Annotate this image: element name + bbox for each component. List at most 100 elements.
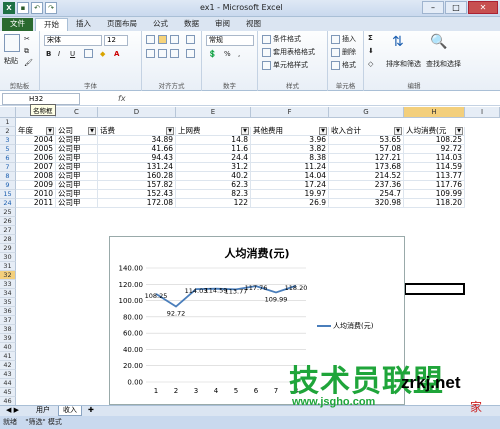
table-cell[interactable]: 17.24 [251, 181, 329, 190]
align-center-icon[interactable] [158, 49, 169, 58]
table-cell[interactable]: 114.03 [404, 154, 465, 163]
table-cell[interactable]: 117.76 [404, 181, 465, 190]
filter-dropdown-icon[interactable]: ▼ [88, 127, 96, 135]
table-cell[interactable]: 53.65 [329, 136, 404, 145]
table-cell[interactable]: 108.25 [404, 136, 465, 145]
table-cell[interactable]: 公司甲 [56, 154, 98, 163]
row-header[interactable]: 32 [0, 271, 16, 280]
table-cell[interactable]: 173.68 [329, 163, 404, 172]
table-cell[interactable]: 2009 [16, 181, 56, 190]
tab-insert[interactable]: 插入 [68, 18, 99, 31]
font-color-icon[interactable]: A [114, 50, 119, 58]
tab-file[interactable]: 文件 [2, 18, 33, 31]
table-cell[interactable]: 公司甲 [56, 136, 98, 145]
comma-icon[interactable]: , [238, 50, 240, 58]
font-size-select[interactable]: 12 [104, 35, 128, 46]
table-cell[interactable]: 157.82 [98, 181, 176, 190]
currency-icon[interactable]: 💲 [208, 50, 217, 58]
row-header[interactable]: 24 [0, 199, 16, 208]
merge-cells-icon[interactable] [186, 49, 197, 58]
find-select-icon[interactable]: 🔍 [430, 34, 447, 50]
col-header-d[interactable]: D [98, 107, 176, 118]
font-name-select[interactable]: 宋体 [44, 35, 102, 46]
filter-dropdown-icon[interactable]: ▼ [241, 127, 249, 135]
row-header[interactable]: 39 [0, 334, 16, 343]
clear-icon[interactable]: ◇ [368, 60, 373, 68]
row-header[interactable]: 9 [0, 181, 16, 190]
sheet-nav-icon[interactable]: ◀ ▶ [2, 406, 23, 416]
fill-color-icon[interactable]: ◆ [100, 50, 105, 58]
row-header[interactable]: 46 [0, 397, 16, 405]
table-cell[interactable]: 160.28 [98, 172, 176, 181]
select-all-corner[interactable] [0, 107, 16, 118]
sort-filter-icon[interactable]: ⇅ [392, 34, 404, 50]
row-header[interactable]: 26 [0, 217, 16, 226]
format-painter-icon[interactable]: 🖌 [24, 59, 33, 67]
underline-button[interactable]: U [70, 50, 75, 58]
row-header[interactable]: 27 [0, 226, 16, 235]
format-cells-button[interactable]: 格式 [331, 60, 356, 70]
save-icon[interactable]: ▪ [17, 2, 29, 14]
table-cell[interactable]: 152.43 [98, 190, 176, 199]
table-cell[interactable]: 92.72 [404, 145, 465, 154]
row-header[interactable]: 44 [0, 379, 16, 388]
row-header[interactable]: 31 [0, 262, 16, 271]
align-middle-icon[interactable] [158, 35, 169, 44]
header-cell[interactable]: 年度 ▼ [16, 127, 56, 136]
table-cell[interactable]: 40.2 [176, 172, 251, 181]
table-cell[interactable]: 122 [176, 199, 251, 208]
paste-button[interactable]: 粘贴 [4, 56, 18, 66]
table-cell[interactable]: 2004 [16, 136, 56, 145]
wrap-text-icon[interactable] [186, 35, 197, 44]
bold-button[interactable]: B [46, 50, 51, 58]
header-cell[interactable]: 上网费 ▼ [176, 127, 251, 136]
header-cell[interactable]: 其他费用 ▼ [251, 127, 329, 136]
table-cell[interactable]: 公司甲 [56, 199, 98, 208]
filter-dropdown-icon[interactable]: ▼ [394, 127, 402, 135]
col-header-c[interactable]: C [56, 107, 98, 118]
table-cell[interactable]: 114.59 [404, 163, 465, 172]
tab-review[interactable]: 审阅 [207, 18, 238, 31]
cell-styles-button[interactable]: 单元格样式 [262, 60, 308, 70]
col-header-e[interactable]: E [176, 107, 251, 118]
table-cell[interactable]: 公司甲 [56, 190, 98, 199]
header-cell[interactable]: 话费 ▼ [98, 127, 176, 136]
row-header[interactable]: 30 [0, 253, 16, 262]
insert-cells-button[interactable]: 插入 [331, 34, 356, 44]
row-header[interactable]: 40 [0, 343, 16, 352]
table-cell[interactable]: 2005 [16, 145, 56, 154]
row-header[interactable]: 37 [0, 316, 16, 325]
row-header[interactable]: 29 [0, 244, 16, 253]
sheet-tab-income[interactable]: 收入 [58, 406, 82, 416]
header-cell[interactable]: 公司 ▼ [56, 127, 98, 136]
close-button[interactable]: ✕ [468, 1, 498, 14]
table-cell[interactable]: 127.21 [329, 154, 404, 163]
table-cell[interactable]: 254.7 [329, 190, 404, 199]
copy-icon[interactable]: ⧉ [24, 47, 29, 56]
col-header-h[interactable]: H [404, 107, 465, 118]
table-cell[interactable]: 320.98 [329, 199, 404, 208]
align-left-icon[interactable] [146, 49, 157, 58]
filter-dropdown-icon[interactable]: ▼ [46, 127, 54, 135]
row-header[interactable]: 41 [0, 352, 16, 361]
table-cell[interactable]: 19.97 [251, 190, 329, 199]
cut-icon[interactable]: ✂ [24, 35, 30, 43]
table-cell[interactable]: 131.24 [98, 163, 176, 172]
row-header[interactable]: 33 [0, 280, 16, 289]
col-header-i[interactable]: I [465, 107, 500, 118]
row-header[interactable]: 2 [0, 127, 16, 136]
table-cell[interactable]: 62.3 [176, 181, 251, 190]
table-cell[interactable]: 11.6 [176, 145, 251, 154]
row-header[interactable]: 45 [0, 388, 16, 397]
tab-page-layout[interactable]: 页面布局 [99, 18, 145, 31]
table-cell[interactable]: 公司甲 [56, 181, 98, 190]
table-cell[interactable]: 82.3 [176, 190, 251, 199]
row-header[interactable]: 3 [0, 136, 16, 145]
table-cell[interactable]: 2010 [16, 190, 56, 199]
table-cell[interactable]: 公司甲 [56, 172, 98, 181]
header-cell[interactable]: 人均消费(元 ▼ [404, 127, 465, 136]
table-cell[interactable]: 3.96 [251, 136, 329, 145]
table-cell[interactable]: 41.66 [98, 145, 176, 154]
table-cell[interactable]: 214.52 [329, 172, 404, 181]
tab-home[interactable]: 开始 [35, 18, 68, 31]
